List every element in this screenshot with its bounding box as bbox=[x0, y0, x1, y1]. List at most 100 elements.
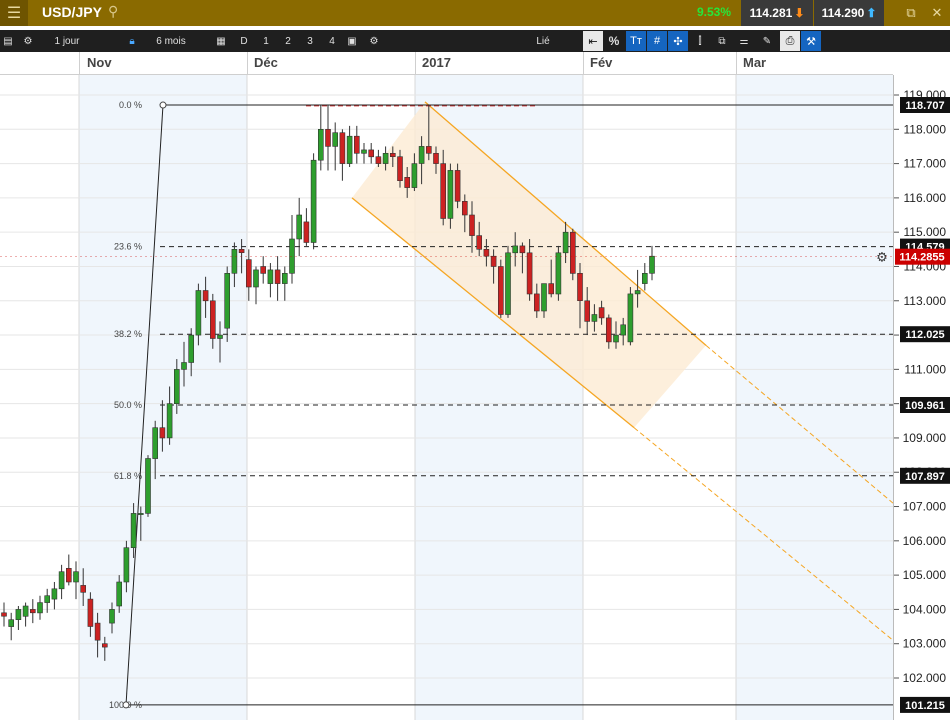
time-axis: Nov Déc 2017 Fév Mar bbox=[0, 52, 893, 75]
panel-toggle-icon[interactable]: ▤ bbox=[0, 30, 16, 52]
candle-body bbox=[15, 609, 22, 621]
candle-body bbox=[627, 293, 634, 343]
candle-body bbox=[454, 170, 461, 202]
fib-anchor-handle bbox=[159, 101, 167, 109]
y-tick-label: 118.000 bbox=[904, 122, 947, 136]
candle-body bbox=[174, 369, 180, 404]
y-tick-label: 116.000 bbox=[904, 191, 947, 205]
hamburger-menu-icon[interactable]: ☰ bbox=[0, 0, 28, 26]
period-4-button[interactable]: 4 bbox=[324, 30, 340, 52]
y-tick-label: 115.000 bbox=[904, 225, 947, 239]
candle-body bbox=[296, 214, 303, 240]
level-tag: 112.025 bbox=[905, 329, 944, 341]
candle-body bbox=[649, 255, 655, 274]
candle-body bbox=[461, 201, 468, 216]
price-chart[interactable]: 0.0 %23.6 %38.2 %50.0 %61.8 %100.0 %⚙ bbox=[0, 75, 893, 720]
period-1-button[interactable]: 1 bbox=[258, 30, 274, 52]
candle-body bbox=[102, 643, 108, 648]
settings-gear-icon[interactable]: ⚙ bbox=[366, 30, 382, 52]
fib-level-label: 23.6 % bbox=[114, 242, 142, 252]
candle-body bbox=[87, 598, 94, 627]
candle-body bbox=[361, 149, 367, 154]
candle-type-icon[interactable]: ⫿ bbox=[690, 30, 710, 52]
candle-body bbox=[253, 269, 259, 288]
fib-level-label: 50.0 % bbox=[114, 400, 142, 410]
candle-body bbox=[569, 231, 576, 274]
popout-icon[interactable]: ⧉ bbox=[898, 0, 924, 26]
level-tag: 109.961 bbox=[905, 400, 945, 412]
scroll-to-end-icon[interactable]: ⇤ bbox=[583, 31, 603, 51]
sell-price-button[interactable]: 114.281 ⬇ bbox=[741, 0, 813, 26]
candle-body bbox=[66, 567, 72, 583]
candle-body bbox=[138, 513, 144, 515]
period-d-button[interactable]: D bbox=[236, 30, 252, 52]
range-select[interactable]: 6 mois bbox=[148, 30, 194, 52]
candle-body bbox=[37, 602, 43, 614]
layout-icon[interactable]: ▣ bbox=[344, 30, 360, 52]
candle-body bbox=[605, 317, 612, 343]
candle-body bbox=[519, 245, 526, 254]
candle-body bbox=[447, 170, 454, 219]
draw-tools-icon[interactable]: ✎ bbox=[756, 30, 778, 52]
search-icon[interactable]: ⚲ bbox=[108, 3, 118, 20]
interval-select[interactable]: 1 jour bbox=[44, 30, 90, 52]
candle-body bbox=[404, 177, 411, 188]
candle-body bbox=[613, 334, 619, 343]
lock-icon[interactable]: 🔒︎ bbox=[124, 30, 140, 52]
calendar-icon[interactable]: ▦ bbox=[212, 30, 230, 52]
crosshair-icon[interactable]: ✣ bbox=[668, 31, 688, 51]
time-separator bbox=[415, 52, 416, 74]
wrench-icon[interactable]: ⚒ bbox=[801, 31, 821, 51]
candle-body bbox=[281, 273, 288, 284]
buy-price-button[interactable]: 114.290 ⬆ bbox=[814, 0, 884, 26]
candle-body bbox=[145, 458, 151, 514]
candle-body bbox=[130, 513, 137, 548]
y-tick-label: 106.000 bbox=[903, 534, 947, 548]
percent-button[interactable]: % bbox=[604, 30, 624, 52]
candle-body bbox=[58, 571, 65, 590]
instrument-symbol[interactable]: USD/JPY bbox=[42, 4, 102, 20]
y-tick-label: 113.000 bbox=[904, 294, 947, 308]
candle-body bbox=[555, 252, 562, 295]
period-3-button[interactable]: 3 bbox=[302, 30, 318, 52]
candle-body bbox=[418, 146, 425, 164]
y-tick-label: 103.000 bbox=[903, 637, 947, 651]
grid-icon[interactable]: # bbox=[647, 31, 667, 51]
period-2-button[interactable]: 2 bbox=[280, 30, 296, 52]
x-tick-label: Fév bbox=[590, 55, 613, 70]
candle-body bbox=[332, 132, 339, 147]
gear-icon[interactable]: ⚙ bbox=[18, 30, 38, 52]
print-icon[interactable]: ⎙ bbox=[780, 31, 800, 51]
candle-body bbox=[29, 609, 36, 614]
price-axis[interactable]: 102.000 103.000 104.000 105.000 106.000 107.0… bbox=[893, 75, 950, 720]
time-separator bbox=[736, 52, 737, 74]
candle-body bbox=[51, 588, 58, 600]
fib-level-label: 38.2 % bbox=[114, 329, 142, 339]
header-bar: ☰ USD/JPY ⚲ 9.53% 114.281 ⬇ 114.290 ⬆ ⧉ ✕ bbox=[0, 0, 950, 26]
compare-icon[interactable]: ⧉ bbox=[712, 30, 732, 52]
candle-body bbox=[339, 132, 346, 164]
time-separator bbox=[79, 52, 80, 74]
candle-body bbox=[483, 249, 490, 257]
text-size-icon[interactable]: Tт bbox=[626, 31, 646, 51]
candle-body bbox=[217, 334, 223, 339]
candle-body bbox=[289, 238, 295, 274]
candle-body bbox=[109, 609, 115, 624]
candle-body bbox=[389, 153, 396, 158]
linked-select[interactable]: Lié bbox=[506, 30, 580, 52]
indicator-icon[interactable]: ⚌ bbox=[734, 30, 754, 52]
fib-level-label: 61.8 % bbox=[114, 471, 142, 481]
level-tag: 107.897 bbox=[905, 471, 945, 483]
y-tick-label: 117.000 bbox=[904, 157, 947, 171]
candle-body bbox=[440, 163, 447, 219]
candle-body bbox=[375, 156, 382, 164]
time-separator bbox=[247, 52, 248, 74]
candle-body bbox=[397, 156, 403, 181]
candle-body bbox=[210, 300, 216, 339]
close-icon[interactable]: ✕ bbox=[924, 0, 950, 26]
sell-price: 114.281 bbox=[749, 6, 793, 20]
current-price-tag: 114.2855 bbox=[899, 252, 944, 264]
candle-body bbox=[497, 266, 504, 315]
candle-body bbox=[94, 622, 101, 641]
level-tag: 101.215 bbox=[905, 700, 945, 712]
